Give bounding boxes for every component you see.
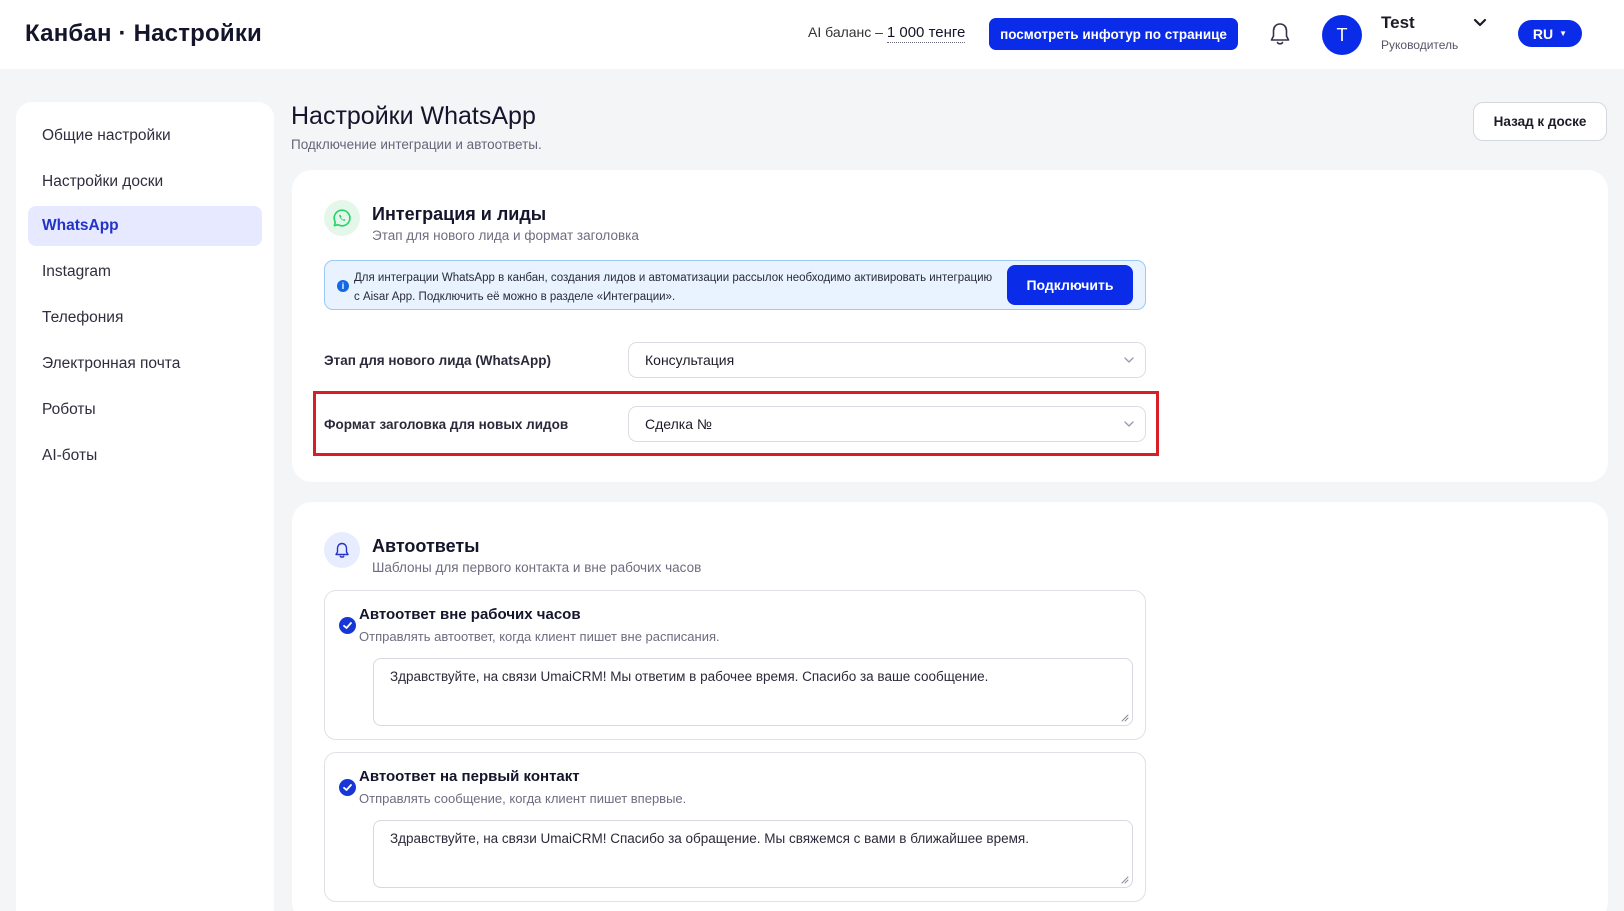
sidebar-item-instagram[interactable]: Instagram: [28, 252, 262, 292]
back-to-board-button[interactable]: Назад к доске: [1473, 102, 1607, 141]
after-hours-description: Отправлять автоответ, когда клиент пишет…: [359, 629, 720, 644]
autoreply-first-contact: Автоответ на первый контакт Отправлять с…: [324, 752, 1146, 902]
autoreply-after-hours: Автоответ вне рабочих часов Отправлять а…: [324, 590, 1146, 740]
after-hours-title: Автоответ вне рабочих часов: [359, 606, 581, 623]
integration-subtitle: Этап для нового лида и формат заголовка: [372, 228, 639, 243]
first-contact-message[interactable]: Здравствуйте, на связи UmaiCRM! Спасибо …: [373, 820, 1133, 888]
avatar[interactable]: T: [1322, 15, 1362, 55]
language-selector[interactable]: RU ▼: [1518, 20, 1582, 47]
stage-value: Консультация: [645, 352, 735, 368]
integration-card: Интеграция и лиды Этап для нового лида и…: [292, 170, 1608, 482]
sidebar-item-ai-bots[interactable]: AI-боты: [28, 436, 262, 476]
bell-icon: [324, 532, 360, 568]
title-format-value: Сделка №: [645, 416, 712, 432]
check-icon: [343, 622, 352, 629]
app-title: Канбан · Настройки: [25, 20, 263, 47]
autoreplies-subtitle: Шаблоны для первого контакта и вне рабоч…: [372, 560, 702, 575]
first-contact-message-text: Здравствуйте, на связи UmaiCRM! Спасибо …: [390, 831, 1029, 846]
top-bar: Канбан · Настройки AI баланс – 1 000 тен…: [0, 0, 1624, 69]
first-contact-title: Автоответ на первый контакт: [359, 768, 580, 785]
chevron-down-icon[interactable]: [1472, 16, 1488, 30]
title-format-label: Формат заголовка для новых лидов: [324, 417, 569, 432]
user-role: Руководитель: [1381, 38, 1459, 52]
sidebar-item-board[interactable]: Настройки доски: [28, 162, 262, 202]
after-hours-checkbox[interactable]: [339, 617, 356, 634]
after-hours-message-text: Здравствуйте, на связи UmaiCRM! Мы ответ…: [390, 669, 989, 684]
info-text: Для интеграции WhatsApp в канбан, создан…: [354, 272, 993, 303]
chevron-down-icon: [1124, 421, 1134, 427]
sidebar-item-email[interactable]: Электронная почта: [28, 344, 262, 384]
info-icon: i: [337, 280, 349, 292]
sidebar-item-whatsapp[interactable]: WhatsApp: [28, 206, 262, 246]
connect-button[interactable]: Подключить: [1007, 265, 1133, 305]
bell-icon[interactable]: [1268, 21, 1292, 47]
balance-value[interactable]: 1 000 тенге: [886, 24, 966, 43]
balance-label: AI баланс –: [808, 24, 883, 40]
language-label: RU: [1532, 25, 1554, 42]
sidebar-item-robots[interactable]: Роботы: [28, 390, 262, 430]
resize-grip-icon[interactable]: [1120, 875, 1129, 884]
stage-select[interactable]: Консультация: [628, 342, 1146, 378]
first-contact-checkbox[interactable]: [339, 779, 356, 796]
first-contact-description: Отправлять сообщение, когда клиент пишет…: [359, 791, 687, 806]
stage-label: Этап для нового лида (WhatsApp): [324, 353, 552, 368]
autoreplies-card: Автоответы Шаблоны для первого контакта …: [292, 502, 1608, 911]
settings-sidebar: Общие настройки Настройки доски WhatsApp…: [16, 102, 274, 911]
chevron-down-icon: [1124, 357, 1134, 363]
resize-grip-icon[interactable]: [1120, 713, 1129, 722]
title-format-select[interactable]: Сделка №: [628, 406, 1146, 442]
sidebar-item-telephony[interactable]: Телефония: [28, 298, 262, 338]
autoreplies-title: Автоответы: [372, 536, 480, 556]
after-hours-message[interactable]: Здравствуйте, на связи UmaiCRM! Мы ответ…: [373, 658, 1133, 726]
integration-title: Интеграция и лиды: [372, 204, 547, 224]
user-name: Test: [1381, 13, 1415, 32]
page-subtitle: Подключение интеграции и автоответы.: [291, 137, 542, 152]
check-icon: [343, 784, 352, 791]
whatsapp-icon: [324, 200, 360, 236]
page-title: Настройки WhatsApp: [291, 102, 536, 130]
integration-info-banner: i Для интеграции WhatsApp в канбан, созд…: [324, 260, 1146, 310]
caret-down-icon: ▼: [1559, 29, 1568, 38]
infotour-button[interactable]: посмотреть инфотур по странице: [989, 18, 1238, 50]
sidebar-item-general[interactable]: Общие настройки: [28, 116, 262, 156]
ai-balance: AI баланс – 1 000 тенге: [808, 24, 966, 43]
